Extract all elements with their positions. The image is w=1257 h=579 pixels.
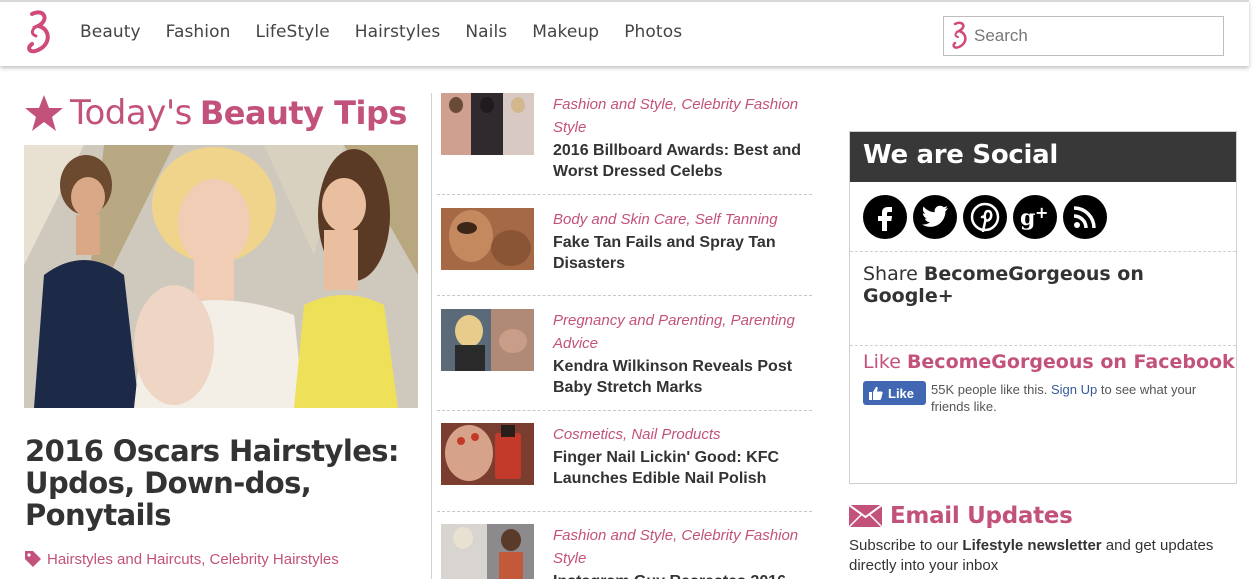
main-nav: Beauty Fashion LifeStyle Hairstyles Nail…: [80, 22, 707, 42]
thumbnail-tan-illustration: [441, 208, 534, 270]
rss-icon[interactable]: [1063, 195, 1107, 239]
article-title[interactable]: Finger Nail Lickin' Good: KFC Launches E…: [553, 447, 815, 489]
fb-prefix: Like: [863, 351, 901, 373]
svg-text:+: +: [1035, 204, 1048, 222]
thumbnail-kendra-illustration: [441, 309, 534, 371]
facebook-like-button[interactable]: Like: [863, 381, 926, 405]
divider: [850, 345, 1236, 346]
twitter-icon[interactable]: [913, 195, 957, 239]
article-item[interactable]: Cosmetics, Nail Products Finger Nail Lic…: [437, 423, 812, 512]
site-logo-icon[interactable]: [24, 10, 52, 56]
gplus-prefix: Share: [863, 263, 918, 285]
social-widget: We are Social g + Share BecomeGorgeous on…: [849, 131, 1237, 484]
nav-item-fashion[interactable]: Fashion: [166, 22, 231, 42]
google-plus-share[interactable]: Share BecomeGorgeous on Google+: [863, 263, 1236, 307]
nav-item-nails[interactable]: Nails: [465, 22, 507, 42]
article-thumbnail[interactable]: [441, 208, 534, 270]
pinterest-icon[interactable]: [963, 195, 1007, 239]
divider: [850, 251, 1236, 252]
facebook-icon[interactable]: [863, 195, 907, 239]
beauty-tips-heading: Today's Beauty Tips: [24, 93, 407, 133]
email-text-pre: Subscribe to our: [849, 537, 959, 554]
article-thumbnail[interactable]: [441, 309, 534, 371]
featured-categories: Hairstyles and Haircuts, Celebrity Hairs…: [24, 550, 339, 568]
article-category[interactable]: Fashion and Style, Celebrity Fashion Sty…: [553, 524, 813, 570]
svg-text:g: g: [1020, 205, 1035, 230]
nav-item-hairstyles[interactable]: Hairstyles: [355, 22, 441, 42]
thumbs-up-icon: [869, 386, 883, 400]
article-title[interactable]: 2016 Billboard Awards: Best and Worst Dr…: [553, 140, 815, 182]
thumbnail-billboard-illustration: [441, 93, 534, 155]
article-category[interactable]: Pregnancy and Parenting, Parenting Advic…: [553, 309, 813, 355]
featured-photo-illustration: [24, 145, 418, 408]
top-navigation-bar: Beauty Fashion LifeStyle Hairstyles Nail…: [0, 0, 1249, 66]
search-logo-icon: [952, 21, 967, 49]
article-item[interactable]: Body and Skin Care, Self Tanning Fake Ta…: [437, 208, 812, 296]
google-plus-icon[interactable]: g +: [1013, 195, 1057, 239]
social-icons: g +: [863, 195, 1113, 239]
nav-item-photos[interactable]: Photos: [624, 22, 682, 42]
column-divider: [431, 93, 432, 579]
search-input[interactable]: [974, 24, 1214, 48]
star-icon: [25, 95, 63, 131]
article-thumbnail[interactable]: [441, 93, 534, 155]
nav-item-beauty[interactable]: Beauty: [80, 22, 141, 42]
featured-article-title[interactable]: 2016 Oscars Hairstyles: Updos, Down-dos,…: [25, 435, 415, 531]
article-category[interactable]: Cosmetics, Nail Products: [553, 423, 813, 446]
email-text-bold: Lifestyle newsletter: [962, 537, 1102, 554]
article-category[interactable]: Fashion and Style, Celebrity Fashion Sty…: [553, 93, 813, 139]
article-item[interactable]: Fashion and Style, Celebrity Fashion Sty…: [437, 93, 812, 195]
facebook-like-heading: Like BecomeGorgeous on Facebook: [863, 351, 1235, 373]
like-description: 55K people like this. Sign Up to see wha…: [931, 381, 1223, 415]
thumbnail-instagram-illustration: [441, 524, 534, 579]
featured-image[interactable]: [24, 145, 418, 408]
article-category[interactable]: Body and Skin Care, Self Tanning: [553, 208, 813, 231]
envelope-icon: [849, 505, 882, 527]
heading-light-text: Today's: [70, 93, 192, 133]
article-thumbnail[interactable]: [441, 524, 534, 579]
article-thumbnail[interactable]: [441, 423, 534, 485]
article-title[interactable]: Kendra Wilkinson Reveals Post Baby Stret…: [553, 356, 815, 398]
like-label: Like: [888, 385, 915, 401]
article-item[interactable]: Fashion and Style, Celebrity Fashion Sty…: [437, 524, 812, 579]
article-item[interactable]: Pregnancy and Parenting, Parenting Advic…: [437, 309, 812, 411]
email-description: Subscribe to our Lifestyle newsletter an…: [849, 536, 1229, 576]
nav-item-lifestyle[interactable]: LifeStyle: [256, 22, 330, 42]
fb-link[interactable]: BecomeGorgeous on Facebook: [907, 351, 1235, 373]
sign-up-link[interactable]: Sign Up: [1051, 382, 1097, 397]
like-count: 55K people like this.: [931, 382, 1048, 397]
nav-item-makeup[interactable]: Makeup: [532, 22, 599, 42]
heading-bold-text: Beauty Tips: [199, 94, 408, 132]
thumbnail-nail-polish-illustration: [441, 423, 534, 485]
social-heading: We are Social: [850, 132, 1236, 182]
tag-icon: [25, 551, 41, 567]
article-title[interactable]: Instagram Guy Recreates 2016: [553, 571, 815, 579]
email-updates-heading: Email Updates: [849, 503, 1073, 529]
email-heading-text: Email Updates: [890, 503, 1073, 529]
featured-category-links[interactable]: Hairstyles and Haircuts, Celebrity Hairs…: [47, 551, 339, 568]
search-box[interactable]: [943, 16, 1224, 56]
article-title[interactable]: Fake Tan Fails and Spray Tan Disasters: [553, 232, 815, 274]
